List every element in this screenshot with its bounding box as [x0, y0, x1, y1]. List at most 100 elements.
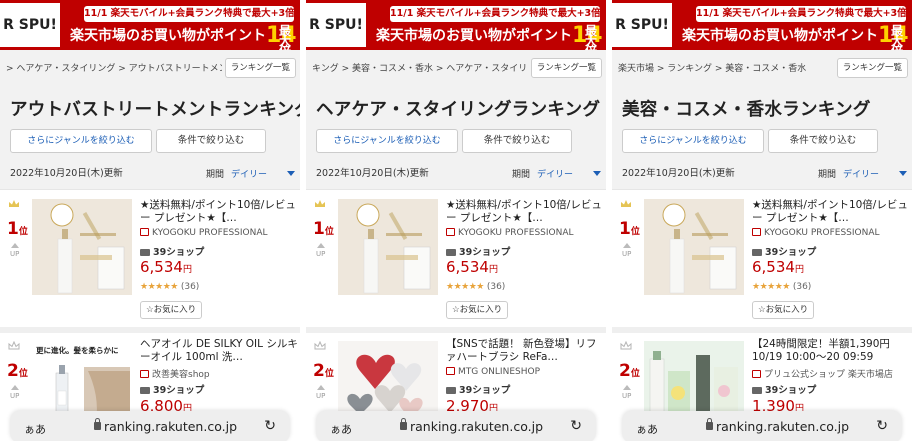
- favorite-button[interactable]: ☆お気に入り: [140, 301, 203, 319]
- url-text[interactable]: ranking.rakuten.co.jp: [716, 419, 849, 434]
- rating-stars[interactable]: ★★★★★ (36): [140, 282, 199, 292]
- filter-conditions-button[interactable]: 条件で絞り込む: [768, 129, 878, 153]
- product-name[interactable]: 【SNSで話題！ 新色登場】リファハートブラシ ReFa…: [446, 338, 604, 364]
- product-name[interactable]: ★送料無料/ポイント10倍/レビュー プレゼント★【…: [752, 199, 908, 225]
- trend-up-icon: [623, 243, 631, 248]
- trend-up-icon: [11, 385, 19, 390]
- ranking-item-1[interactable]: 1位 UP ★送料無料/ポイント10倍/レビュー プレゼント★【… KYOGOK…: [0, 191, 300, 327]
- shop-count[interactable]: 39ショップ: [752, 244, 816, 258]
- rating-stars[interactable]: ★★★★★ (36): [752, 282, 811, 292]
- text-size-button[interactable]: ぁあ: [636, 421, 658, 437]
- reload-icon[interactable]: ↻: [570, 418, 582, 434]
- spu-promo-banner[interactable]: R SPU! 11/1 楽天モバイル+会員ランク特典で最大+3倍! 楽天市場のお…: [612, 0, 912, 57]
- rank-number: 2位: [619, 361, 640, 381]
- filter-conditions-button[interactable]: 条件で絞り込む: [462, 129, 572, 153]
- ranking-list-button[interactable]: ランキング一覧: [836, 58, 908, 78]
- crown-icon: [9, 200, 19, 207]
- period-select[interactable]: デイリー: [537, 167, 573, 180]
- chevron-down-icon[interactable]: [899, 171, 907, 176]
- period-select[interactable]: デイリー: [843, 167, 879, 180]
- ranking-list-button[interactable]: ランキング一覧: [224, 58, 296, 78]
- rank-number: 1位: [313, 219, 334, 239]
- ranking-page-panel-3: R SPU! 11/1 楽天モバイル+会員ランク特典で最大+3倍! 楽天市場のお…: [612, 0, 912, 441]
- url-text[interactable]: ranking.rakuten.co.jp: [410, 419, 543, 434]
- shop-count[interactable]: 39ショップ: [446, 382, 510, 396]
- product-thumbnail[interactable]: [338, 199, 438, 295]
- title-area: アウトバストリートメントランキング さらにジャンルを絞り込む 条件で絞り込む 2…: [0, 84, 300, 190]
- period-select[interactable]: デイリー: [231, 167, 267, 180]
- spu-promo-banner[interactable]: R SPU! 11/1 楽天モバイル+会員ランク特典で最大+3倍! 楽天市場のお…: [306, 0, 606, 57]
- lock-icon: [400, 418, 407, 430]
- shop-name[interactable]: MTG ONLINESHOP: [446, 367, 540, 377]
- screenshot-collage: R SPU! 11/1 楽天モバイル+会員ランク特典で最大+3倍! 楽天市場のお…: [0, 0, 912, 441]
- truck-icon: [140, 387, 150, 394]
- narrow-genre-button[interactable]: さらにジャンルを絞り込む: [316, 129, 458, 153]
- title-area: 美容・コスメ・香水ランキング さらにジャンルを絞り込む 条件で絞り込む 2022…: [612, 84, 912, 190]
- shop-count[interactable]: 39ショップ: [140, 244, 204, 258]
- chevron-down-icon[interactable]: [593, 171, 601, 176]
- shop-name[interactable]: KYOGOKU PROFESSIONAL: [752, 228, 880, 238]
- reload-icon[interactable]: ↻: [876, 418, 888, 434]
- trend-up-icon: [317, 385, 325, 390]
- trend-label: UP: [316, 250, 326, 258]
- banner-headline: 楽天市場のお買い物がポイント14: [682, 23, 909, 48]
- crown-icon: [8, 341, 20, 350]
- breadcrumb-bar: キング > 美容・コスメ・香水 > ヘアケア・スタイリング ランキング一覧: [306, 50, 606, 84]
- chevron-down-icon[interactable]: [287, 171, 295, 176]
- shop-name[interactable]: 改善美容shop: [140, 367, 210, 380]
- rank-number: 2位: [7, 361, 28, 381]
- breadcrumb[interactable]: キング > 美容・コスメ・香水 > ヘアケア・スタイリング: [312, 61, 528, 74]
- favorite-button[interactable]: ☆お気に入り: [446, 301, 509, 319]
- reload-icon[interactable]: ↻: [264, 418, 276, 434]
- breadcrumb[interactable]: 楽天市場 > ランキング > 美容・コスメ・香水: [618, 61, 834, 74]
- product-thumbnail[interactable]: [644, 199, 744, 295]
- ranking-list-button[interactable]: ランキング一覧: [530, 58, 602, 78]
- product-thumbnail[interactable]: [32, 199, 132, 295]
- banner-campaign-text: 11/1 楽天モバイル+会員ランク特典で最大+3倍!: [84, 6, 299, 22]
- rating-stars[interactable]: ★★★★★ (36): [446, 282, 505, 292]
- rank-number: 2位: [313, 361, 334, 381]
- shop-name[interactable]: KYOGOKU PROFESSIONAL: [140, 228, 268, 238]
- page-title: 美容・コスメ・香水ランキング: [622, 100, 871, 120]
- crown-icon: [314, 341, 326, 350]
- browser-address-bar[interactable]: ぁあ ranking.rakuten.co.jp ↻: [316, 411, 596, 441]
- filter-conditions-button[interactable]: 条件で絞り込む: [156, 129, 266, 153]
- thumb-caption: 更に進化。髪を柔らかに: [36, 345, 119, 355]
- review-count: (36): [180, 282, 200, 292]
- narrow-genre-button[interactable]: さらにジャンルを絞り込む: [622, 129, 764, 153]
- narrow-genre-button[interactable]: さらにジャンルを絞り込む: [10, 129, 152, 153]
- price: 6,534円: [140, 258, 192, 276]
- shop-count[interactable]: 39ショップ: [446, 244, 510, 258]
- shop-count[interactable]: 39ショップ: [140, 382, 204, 396]
- ranking-page-panel-2: R SPU! 11/1 楽天モバイル+会員ランク特典で最大+3倍! 楽天市場のお…: [306, 0, 606, 441]
- product-name[interactable]: ★送料無料/ポイント10倍/レビュー プレゼント★【…: [140, 199, 296, 225]
- shop-count[interactable]: 39ショップ: [752, 382, 816, 396]
- text-size-button[interactable]: ぁあ: [330, 421, 352, 437]
- trend-up-icon: [11, 243, 19, 248]
- browser-address-bar[interactable]: ぁあ ranking.rakuten.co.jp ↻: [622, 411, 902, 441]
- text-size-button[interactable]: ぁあ: [24, 421, 46, 437]
- trend-label: UP: [622, 250, 632, 258]
- shop-name[interactable]: KYOGOKU PROFESSIONAL: [446, 228, 574, 238]
- url-text[interactable]: ranking.rakuten.co.jp: [104, 419, 237, 434]
- product-name[interactable]: ★送料無料/ポイント10倍/レビュー プレゼント★【…: [446, 199, 602, 225]
- trend-label: UP: [622, 392, 632, 400]
- banner-headline: 楽天市場のお買い物がポイント14: [376, 23, 603, 48]
- breadcrumb[interactable]: > ヘアケア・スタイリング > アウトバストリートメント: [6, 61, 222, 74]
- favorite-button[interactable]: ☆お気に入り: [752, 301, 815, 319]
- period-label: 期間: [206, 170, 225, 180]
- ranking-item-1[interactable]: 1位 UP ★送料無料/ポイント10倍/レビュー プレゼント★【… KYOGOK…: [612, 191, 912, 327]
- banner-campaign-text: 11/1 楽天モバイル+会員ランク特典で最大+3倍!: [696, 6, 911, 22]
- trend-up-icon: [317, 243, 325, 248]
- browser-address-bar[interactable]: ぁあ ranking.rakuten.co.jp ↻: [10, 411, 290, 441]
- shop-name[interactable]: プリュ公式ショップ 楽天市場店: [752, 367, 893, 380]
- product-name[interactable]: ヘアオイル DE SILKY OIL シルキーオイル 100ml 洗…: [140, 338, 298, 364]
- spu-logo: R SPU!: [306, 3, 366, 47]
- truck-icon: [752, 387, 762, 394]
- product-name[interactable]: 【24時間限定！半額1,390円 10/19 10:00〜20 09:59: [752, 338, 910, 364]
- ranking-item-1[interactable]: 1位 UP ★送料無料/ポイント10倍/レビュー プレゼント★【… KYOGOK…: [306, 191, 606, 327]
- crown-icon: [315, 200, 325, 207]
- spu-promo-banner[interactable]: R SPU! 11/1 楽天モバイル+会員ランク特典で最大+3倍! 楽天市場のお…: [0, 0, 300, 57]
- spu-logo: R SPU!: [0, 3, 60, 47]
- rank-number: 1位: [619, 219, 640, 239]
